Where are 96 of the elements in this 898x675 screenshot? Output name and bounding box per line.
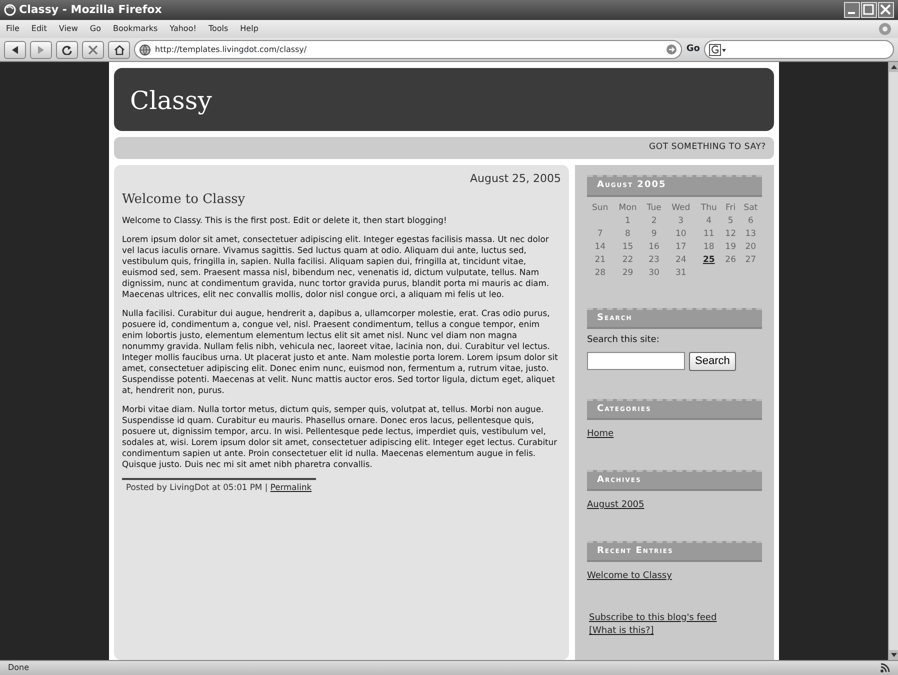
sidebar-heading: Categories: [587, 398, 762, 420]
home-button[interactable]: [108, 40, 130, 58]
stop-icon: [88, 44, 98, 54]
feed-help-link[interactable]: [What is this?]: [589, 626, 654, 636]
calendar-day: 22: [613, 254, 642, 266]
calendar-day: 31: [666, 266, 696, 280]
reload-icon: [62, 44, 72, 54]
permalink-link[interactable]: Permalink: [270, 482, 312, 492]
scroll-down-icon[interactable]: [890, 653, 896, 657]
sidebar-link[interactable]: Home: [587, 429, 614, 439]
stop-button[interactable]: [82, 40, 104, 58]
calendar-day: 27: [739, 254, 762, 266]
calendar-day: 23: [642, 254, 666, 266]
calendar-day: 17: [666, 240, 696, 254]
weekday-label: Sun: [591, 202, 610, 214]
calendar-day: 21: [587, 254, 614, 266]
calendar-day: 12: [722, 228, 740, 240]
menu-item[interactable]: File: [6, 23, 20, 35]
status-text: Done: [8, 662, 30, 674]
throbber-icon: [878, 22, 892, 36]
tagline: GOT SOMETHING TO SAY?: [649, 142, 766, 152]
menu-item[interactable]: Help: [240, 23, 258, 35]
scroll-up-icon[interactable]: [890, 65, 896, 69]
window-title: Classy - Mozilla Firefox: [19, 2, 162, 18]
weekday-label: Wed: [670, 202, 692, 214]
reload-button[interactable]: [56, 40, 78, 58]
maximize-button[interactable]: [861, 2, 877, 18]
sidebar-heading: Search: [587, 308, 762, 329]
calendar-day: 4: [696, 214, 722, 228]
minimize-button[interactable]: [844, 2, 860, 18]
back-arrow-icon: [11, 46, 19, 54]
sidebar-heading: Archives: [587, 470, 762, 491]
post-paragraph: Lorem ipsum dolor sit amet, consectetuer adipiscing elit. Integer egestas facilisis massa. Ut nec dolor vel lacus iaculis ornare. Vivamus sagittis. Sed luctus quam at odio. Aliquam dui ante, luctus sed, vestibulum quis, fringilla in, sapien. Nulla facilisi. Aliquam sapien dui, fringilla at, tincidunt vitae, euismod sed, sem. Praesent massa nisl, bibendum nec, venenatis id, dictum vulputate, tellus. Nam dignissim, nunc at condimentum gravida, nunc tortor gravida purus, blandit porta mi mauris ac diam. Maecenas ultrices, elit nec convallis mollis, dolor nisl congue orci, a aliquam mi felis ut leo.: [122, 234, 550, 300]
post-byline: Posted by LivingDot at 05:01 PM |: [126, 482, 269, 492]
calendar-day: 13: [739, 228, 762, 240]
calendar-day: 14: [587, 240, 614, 254]
post-paragraph: Nulla facilisi. Curabitur dui augue, hendrerit a, dapibus a, ullamcorper molestie, erat. Cras odio purus, posuere id, condimentum a, congue vel, nisl. Praesent condimentum, tellus a congue tempor, enim enim lobortis justo, elementum elementum lectus elit sit amet nisl. Nunc vel diam non magna nonummy gravida. Nullam felis nibh, vehicula nec, laoreet vitae, lacinia non, dui. Curabitur vel lectus. Integer mollis faucibus urna. Ut placerat justo et ante. Nam molestie porta lorem. Lorem ipsum dolor sit amet, consectetuer adipiscing elit. Donec enim nunc, euismod non, fermentum a, rutrum vitae, justo. Suspendisse potenti. Maecenas at velit. Nunc mattis auctor eros. Sed tortor ligula, dictum eget, aliquet at, hendrerit non, purus.: [122, 308, 559, 396]
calendar-day: 15: [613, 240, 642, 254]
post-title: Welcome to Classy: [122, 192, 246, 207]
back-button[interactable]: [4, 40, 26, 58]
calendar-day: 16: [642, 240, 666, 254]
calendar-day: 11: [696, 228, 722, 240]
address-field[interactable]: http://templates.livingdot.com/classy/: [134, 40, 682, 59]
post-paragraph: Morbi vitae diam. Nulla tortor metus, dictum quis, semper quis, volutpat at, tellus. Morbi non augue. Suspendisse id quam. Curabitur eu mauris. Phasellus ornare. Donec eros lacus, pellentesque quis, posuere ut, dignissim tempor, arcu. In wisi. Pellentesque pede lectus, imperdiet quis, vestibulum vel, sodales at, wisi. Lorem ipsum dolor sit amet, consectetuer adipiscing elit. Integer eget lectus. Curabitur condimentum sapien ut ante. Proin consectetuer elit id nulla. Maecenas elementum augue in felis. Quisque justo. Duis nec mi sit amet nibh pharetra convallis.: [122, 404, 558, 470]
menu-item[interactable]: Bookmarks: [112, 23, 158, 35]
weekday-label: Sat: [742, 202, 759, 214]
sidebar-heading: August 2005: [587, 175, 762, 196]
scrollbar[interactable]: [888, 62, 898, 660]
rss-icon: [880, 663, 890, 673]
home-icon: [114, 44, 124, 54]
calendar-day: 10: [666, 228, 696, 240]
weekday-label: Thu: [700, 202, 718, 214]
calendar-day: 9: [642, 228, 666, 240]
sidebar-link[interactable]: August 2005: [587, 500, 644, 510]
calendar-day: 28: [587, 266, 614, 280]
calendar-day: 29: [613, 266, 642, 280]
calendar-day: 2: [642, 214, 666, 228]
search-label: Search this site:: [587, 335, 660, 345]
sidebar-link[interactable]: Welcome to Classy: [587, 571, 672, 581]
post-date: August 25, 2005: [470, 172, 561, 185]
calendar-day: 3: [666, 214, 696, 228]
search-button[interactable]: Search: [689, 352, 736, 370]
globe-icon: [139, 44, 151, 56]
calendar-day: 1: [613, 214, 642, 228]
calendar-day: 6: [739, 214, 762, 228]
menu-item[interactable]: View: [58, 23, 78, 35]
go-button[interactable]: Go: [686, 42, 700, 56]
weekday-label: Tue: [646, 202, 662, 214]
menu-item[interactable]: Edit: [31, 23, 47, 35]
calendar-day-link[interactable]: 25: [696, 254, 722, 266]
sidebar-heading: Recent Entries: [587, 540, 762, 562]
address-text: http://templates.livingdot.com/classy/: [155, 44, 308, 56]
weekday-label: Mon: [618, 202, 638, 214]
calendar-day: 26: [722, 254, 740, 266]
weekday-label: Fri: [724, 202, 737, 214]
menu-item[interactable]: Tools: [208, 23, 228, 35]
blog-title[interactable]: Classy: [130, 86, 212, 115]
post-paragraph: Welcome to Classy. This is the first post. Edit or delete it, then start blogging!: [122, 215, 448, 226]
menu-item[interactable]: Yahoo!: [170, 23, 196, 35]
search-input[interactable]: [587, 352, 685, 370]
go-arrow-icon: [666, 44, 678, 55]
calendar-day: 8: [613, 228, 642, 240]
menu-item[interactable]: Go: [90, 23, 101, 35]
feed-link[interactable]: Subscribe to this blog's feed: [589, 612, 717, 622]
search-field[interactable]: [704, 40, 894, 59]
calendar-day: 24: [666, 254, 696, 266]
firefox-icon: [4, 4, 16, 16]
calendar-day: 5: [722, 214, 740, 228]
calendar-day: 7: [587, 228, 614, 240]
calendar-day: 30: [642, 266, 666, 280]
calendar-day: 18: [696, 240, 722, 254]
search-engine-icon[interactable]: [709, 44, 727, 56]
calendar-day: 20: [739, 240, 762, 254]
forward-arrow-icon: [37, 46, 45, 54]
calendar-day: 19: [722, 240, 740, 254]
close-button[interactable]: [878, 2, 894, 18]
